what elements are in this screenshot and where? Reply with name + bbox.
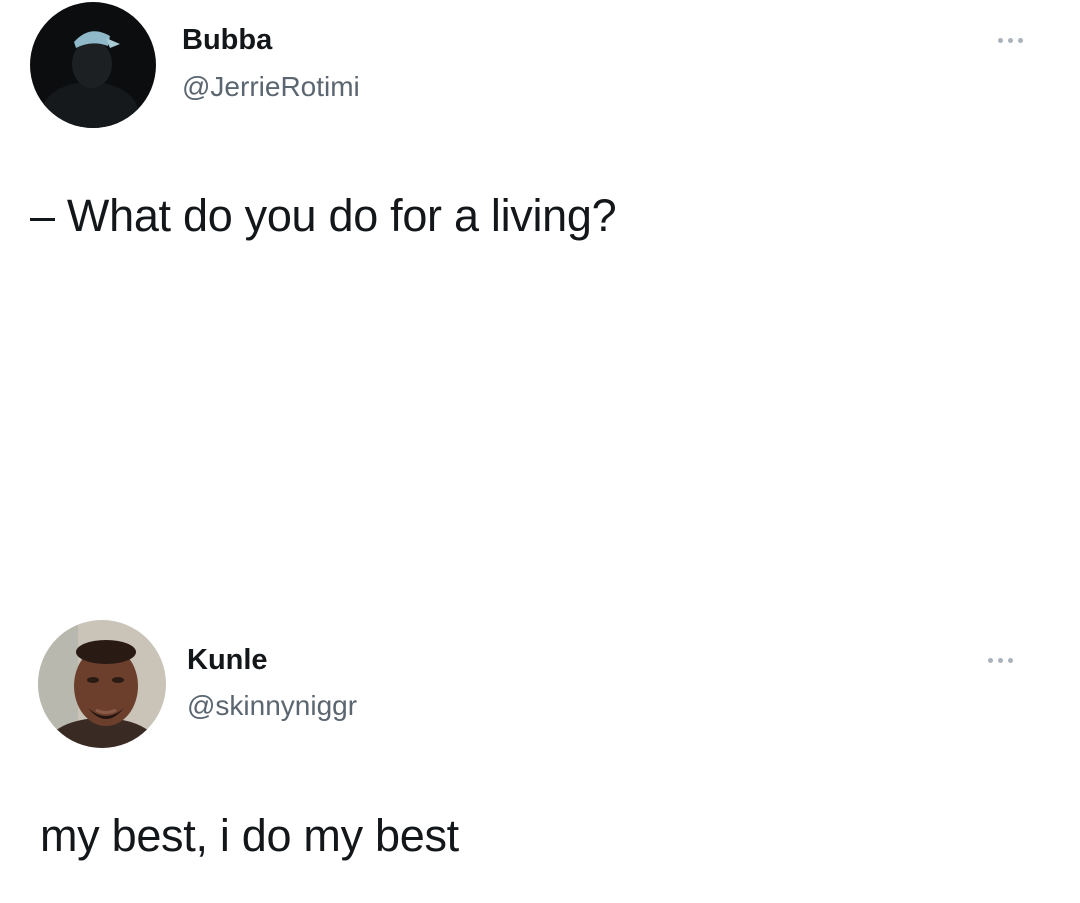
dot	[1007, 37, 1013, 43]
user-handle[interactable]: @JerrieRotimi	[182, 71, 360, 103]
tweet[interactable]: Bubba @JerrieRotimi – What do you do for…	[0, 0, 1080, 430]
display-name[interactable]: Bubba	[182, 24, 272, 57]
tweet-text: my best, i do my best	[40, 810, 459, 861]
avatar-face-icon	[38, 620, 166, 748]
avatar[interactable]	[30, 2, 156, 128]
dot	[997, 37, 1003, 43]
dot	[997, 657, 1003, 663]
tweet[interactable]: Kunle @skinnyniggr my best, i do my best	[0, 610, 1080, 903]
tweet-text: – What do you do for a living?	[30, 190, 617, 241]
dot	[987, 657, 993, 663]
avatar-dark-cap-icon	[30, 2, 156, 128]
display-name[interactable]: Kunle	[187, 644, 268, 677]
avatar[interactable]	[38, 620, 166, 748]
more-options-icon[interactable]	[990, 32, 1030, 48]
more-options-icon[interactable]	[980, 652, 1020, 668]
user-handle[interactable]: @skinnyniggr	[187, 690, 357, 722]
dot	[1007, 657, 1013, 663]
dot	[1017, 37, 1023, 43]
